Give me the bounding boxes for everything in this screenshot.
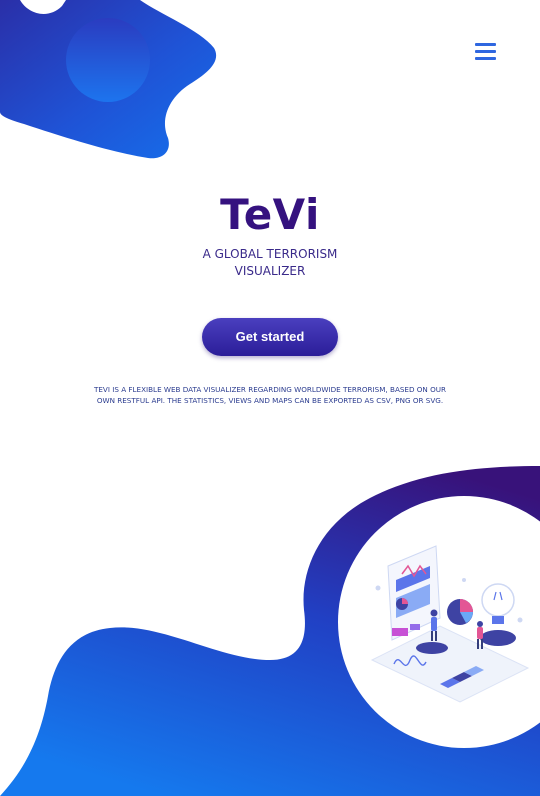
hamburger-menu-icon[interactable] [472, 38, 500, 64]
app-description: TEVI IS A FLEXIBLE WEB DATA VISUALIZER R… [93, 385, 447, 405]
app-tagline: A GLOBAL TERRORISM VISUALIZER [202, 247, 338, 278]
hero-section: TeVi A GLOBAL TERRORISM VISUALIZER Get s… [0, 190, 540, 406]
menu-bar-top [475, 43, 496, 46]
menu-bar-middle [475, 50, 496, 53]
get-started-button[interactable]: Get started [202, 318, 338, 356]
app-title: TeVi [220, 190, 320, 239]
menu-bar-bottom [475, 57, 496, 60]
